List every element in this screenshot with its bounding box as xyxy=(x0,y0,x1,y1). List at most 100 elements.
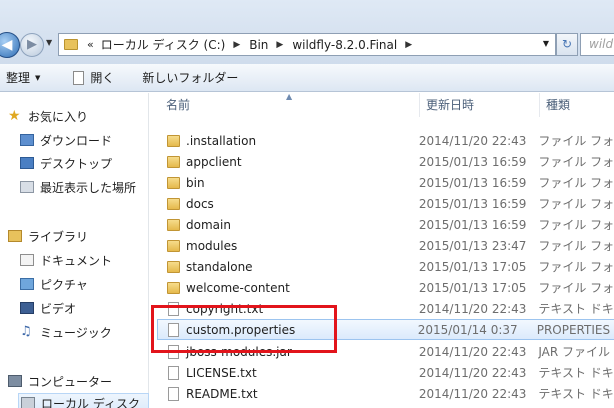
videos-icon xyxy=(20,302,34,314)
address-dropdown-icon[interactable]: ▼ xyxy=(543,39,549,48)
nav-downloads[interactable]: ダウンロード xyxy=(20,130,112,150)
explorer-window: ◀ ▶ ▼ « ローカル ディスク (C:) ▶ Bin ▶ wildfly-8… xyxy=(0,0,614,408)
breadcrumb-wildfly[interactable]: wildfly-8.2.0.Final xyxy=(292,38,397,52)
folder-icon xyxy=(167,281,180,294)
open-button[interactable]: 開く xyxy=(73,69,114,86)
nav-music[interactable]: ♫ ミュージック xyxy=(20,322,112,342)
breadcrumb-local-disk[interactable]: ローカル ディスク (C:) xyxy=(101,36,226,53)
file-name: README.txt xyxy=(186,386,258,401)
file-row[interactable]: .installation 2014/11/20 22:43 ファイル フォ xyxy=(158,130,614,151)
back-button[interactable]: ◀ xyxy=(0,32,20,58)
nav-favorites[interactable]: ★ お気に入り xyxy=(8,106,88,126)
breadcrumb-arrow-icon[interactable]: ▶ xyxy=(276,40,283,50)
nav-desktop[interactable]: デスクトップ xyxy=(20,153,112,173)
nav-recent-places[interactable]: 最近表示した場所 xyxy=(20,177,136,197)
folder-icon xyxy=(167,218,180,231)
open-label: 開く xyxy=(90,71,115,85)
file-date: 2014/11/20 22:43 xyxy=(418,344,527,359)
file-row[interactable]: domain 2015/01/13 16:59 ファイル フォ xyxy=(158,214,614,235)
file-name: appclient xyxy=(186,154,242,169)
file-name: standalone xyxy=(186,259,253,274)
refresh-button[interactable]: ↻ xyxy=(556,33,578,56)
file-date: 2014/11/20 22:43 xyxy=(418,386,527,401)
recent-places-icon xyxy=(20,181,34,193)
folder-icon xyxy=(167,260,180,273)
file-row[interactable]: modules 2015/01/13 23:47 ファイル フォ xyxy=(158,235,614,256)
folder-icon xyxy=(167,239,180,252)
forward-button[interactable]: ▶ xyxy=(20,33,44,57)
file-date: 2015/01/13 16:59 xyxy=(418,175,527,190)
file-row[interactable]: LICENSE.txt 2014/11/20 22:43 テキスト ドキ xyxy=(158,362,614,383)
file-date: 2015/01/13 23:47 xyxy=(418,238,527,253)
file-date: 2015/01/14 0:37 xyxy=(417,322,518,337)
file-type: JAR ファイル xyxy=(538,345,611,359)
file-name: LICENSE.txt xyxy=(186,365,257,380)
document-icon xyxy=(73,70,85,85)
folder-icon xyxy=(167,176,180,189)
highlight-annotation-box xyxy=(151,305,337,353)
file-row[interactable]: standalone 2015/01/13 17:05 ファイル フォ xyxy=(158,256,614,277)
column-date-modified[interactable]: 更新日時 xyxy=(420,93,540,117)
file-type: テキスト ドキ xyxy=(538,387,614,401)
folder-icon xyxy=(64,39,78,50)
file-type: テキスト ドキ xyxy=(538,302,614,316)
file-date: 2015/01/13 16:59 xyxy=(418,196,527,211)
nav-computer[interactable]: コンピューター xyxy=(8,371,112,391)
file-row[interactable]: README.txt 2014/11/20 22:43 テキスト ドキ xyxy=(158,383,614,404)
file-type: ファイル フォ xyxy=(538,239,614,253)
folder-icon xyxy=(167,155,180,168)
file-row[interactable]: bin 2015/01/13 16:59 ファイル フォ xyxy=(158,172,614,193)
file-type: ファイル フォ xyxy=(538,218,614,232)
new-folder-button[interactable]: 新しいフォルダー xyxy=(142,69,238,86)
nav-local-disk[interactable]: ローカル ディスク xyxy=(18,393,149,408)
star-icon: ★ xyxy=(8,108,21,124)
file-date: 2014/11/20 22:43 xyxy=(418,365,527,380)
documents-icon xyxy=(20,254,34,266)
file-name: bin xyxy=(186,175,205,190)
nav-pictures[interactable]: ピクチャ xyxy=(20,274,88,294)
recent-pages-dropdown-icon[interactable]: ▼ xyxy=(46,38,52,47)
file-date: 2014/11/20 22:43 xyxy=(418,133,527,148)
file-type: ファイル フォ xyxy=(538,260,614,274)
text-file-icon xyxy=(168,365,179,380)
column-name[interactable]: 名前 xyxy=(160,93,420,117)
column-header-row: ▲ 名前 更新日時 種類 xyxy=(150,92,614,117)
file-row[interactable]: docs 2015/01/13 16:59 ファイル フォ xyxy=(158,193,614,214)
file-row[interactable]: appclient 2015/01/13 16:59 ファイル フォ xyxy=(158,151,614,172)
file-row[interactable]: welcome-content 2015/01/13 17:05 ファイル フォ xyxy=(158,277,614,298)
file-type: ファイル フォ xyxy=(538,197,614,211)
file-date: 2015/01/13 16:59 xyxy=(418,154,527,169)
breadcrumb-arrow-icon[interactable]: ▶ xyxy=(405,40,412,50)
organize-button[interactable]: 整理 ▼ xyxy=(6,69,40,86)
text-file-icon xyxy=(168,386,179,401)
breadcrumb-arrow-icon[interactable]: ▶ xyxy=(233,40,240,50)
nav-videos[interactable]: ビデオ xyxy=(20,298,76,318)
nav-documents[interactable]: ドキュメント xyxy=(20,250,112,270)
file-name: welcome-content xyxy=(186,280,290,295)
file-type: PROPERTIES xyxy=(536,322,611,337)
file-type: ファイル フォ xyxy=(538,176,614,190)
file-name: docs xyxy=(186,196,214,211)
libraries-icon xyxy=(8,230,22,242)
file-date: 2015/01/13 17:05 xyxy=(418,280,527,295)
column-type[interactable]: 種類 xyxy=(540,93,614,117)
search-input[interactable]: wild xyxy=(580,33,614,56)
file-type: ファイル フォ xyxy=(538,281,614,295)
breadcrumb-overflow-chevron[interactable]: « xyxy=(87,38,94,51)
file-type: テキスト ドキ xyxy=(538,366,614,380)
file-date: 2014/11/20 22:43 xyxy=(418,301,527,316)
folder-icon xyxy=(167,134,180,147)
refresh-icon: ↻ xyxy=(561,37,573,51)
disk-drive-icon xyxy=(21,397,35,408)
pictures-icon xyxy=(20,278,34,290)
back-arrow-icon: ◀ xyxy=(1,37,13,53)
breadcrumb-bin[interactable]: Bin xyxy=(249,38,268,52)
nav-libraries[interactable]: ライブラリ xyxy=(8,226,88,246)
address-bar[interactable]: « ローカル ディスク (C:) ▶ Bin ▶ wildfly-8.2.0.F… xyxy=(58,33,556,56)
organize-label: 整理 xyxy=(6,71,31,85)
forward-arrow-icon: ▶ xyxy=(27,37,37,52)
file-type: ファイル フォ xyxy=(538,155,614,169)
file-name: modules xyxy=(186,238,238,253)
file-name: domain xyxy=(186,217,231,232)
file-name: .installation xyxy=(186,133,257,148)
